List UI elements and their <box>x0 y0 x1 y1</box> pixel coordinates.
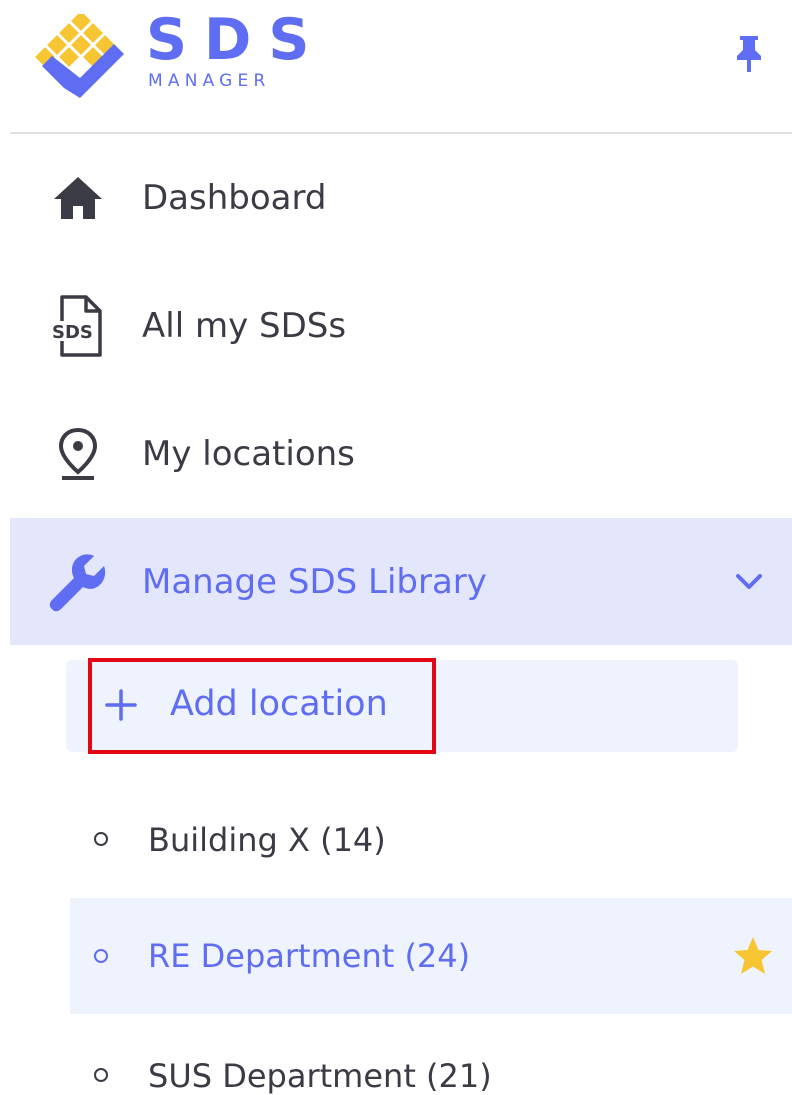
sidebar: SDS MANAGER Dashboard SDS All my SDSs My… <box>0 0 792 1095</box>
circle-icon <box>94 832 108 846</box>
nav-label-manage-sds-library: Manage SDS Library <box>142 561 487 602</box>
circle-icon <box>94 1068 108 1082</box>
sds-manager-logo-icon <box>35 14 124 98</box>
svg-text:SDS: SDS <box>52 322 93 343</box>
add-location-label: Add location <box>170 684 388 724</box>
sidebar-header: SDS MANAGER <box>0 0 792 136</box>
location-label: SUS Department (21) <box>148 1057 492 1095</box>
nav-label-dashboard: Dashboard <box>142 178 327 218</box>
location-label: RE Department (24) <box>148 937 471 975</box>
add-location-button[interactable] <box>66 660 738 752</box>
brand-name: SDS <box>146 7 327 73</box>
nav-label-my-locations: My locations <box>142 434 355 474</box>
star-icon[interactable] <box>732 935 774 977</box>
sds-document-icon: SDS <box>48 295 108 357</box>
location-item-building-x[interactable]: Building X (14) <box>70 782 792 898</box>
home-icon <box>48 168 108 228</box>
nav-item-manage-sds-library[interactable]: Manage SDS Library <box>10 518 792 645</box>
nav-item-dashboard[interactable]: Dashboard <box>10 134 792 262</box>
pin-icon[interactable] <box>730 32 768 74</box>
wrench-icon <box>48 552 108 612</box>
location-item-sus-department[interactable]: SUS Department (21) <box>70 1016 792 1095</box>
location-label: Building X (14) <box>148 821 386 859</box>
nav-item-my-locations[interactable]: My locations <box>10 390 792 518</box>
location-item-re-department[interactable]: RE Department (24) <box>70 898 792 1014</box>
circle-icon <box>94 949 108 963</box>
nav-item-all-my-sdss[interactable]: SDS All my SDSs <box>10 262 792 390</box>
nav-label-all-my-sdss: All my SDSs <box>142 306 347 346</box>
location-pin-icon <box>48 424 108 484</box>
plus-icon <box>105 689 137 721</box>
brand-subtitle: MANAGER <box>148 71 271 91</box>
chevron-down-icon[interactable] <box>732 565 766 599</box>
